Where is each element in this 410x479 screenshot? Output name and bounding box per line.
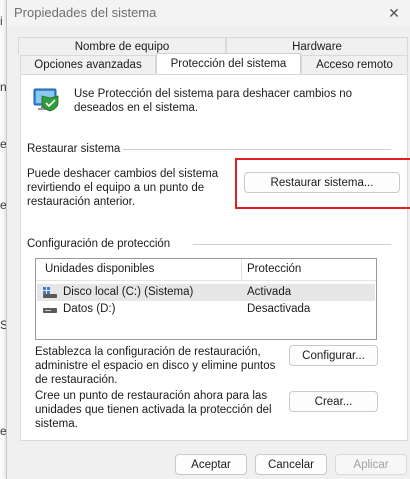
drive-name: Datos (D:) bbox=[63, 303, 116, 315]
ok-button[interactable]: Aceptar bbox=[175, 454, 247, 475]
window-title: Propiedades del sistema bbox=[14, 5, 157, 20]
cancel-button[interactable]: Cancelar bbox=[255, 454, 327, 475]
protection-group-title: Configuración de protección bbox=[27, 238, 171, 250]
create-description: Cree un punto de restauración ahora para… bbox=[35, 390, 272, 430]
highlight-box bbox=[235, 158, 410, 209]
configure-description: Establezca la configuración de restaurac… bbox=[35, 346, 276, 386]
drives-list[interactable]: Unidades disponibles Protección Disco lo… bbox=[35, 258, 377, 340]
column-header-drives[interactable]: Unidades disponibles bbox=[45, 263, 154, 275]
configure-button[interactable]: Configurar... bbox=[289, 345, 378, 366]
protection-status: Desactivada bbox=[247, 303, 311, 315]
info-text: Use Protección del sistema para deshacer… bbox=[74, 88, 353, 114]
restore-group-divider bbox=[123, 149, 391, 150]
list-item[interactable]: Datos (D:) Desactivada bbox=[37, 301, 375, 318]
system-protection-icon bbox=[33, 88, 59, 112]
list-item[interactable]: Disco local (C:) (Sistema) Activada bbox=[37, 284, 375, 301]
system-drive-icon bbox=[43, 287, 57, 298]
column-separator bbox=[241, 259, 242, 281]
protection-status: Activada bbox=[247, 286, 292, 298]
protection-group-divider bbox=[193, 244, 391, 245]
restore-group-title: Restaurar sistema bbox=[27, 143, 121, 155]
apply-button[interactable]: Aplicar bbox=[335, 454, 407, 475]
background-text: i bbox=[0, 14, 3, 28]
column-header-protection[interactable]: Protección bbox=[247, 263, 301, 275]
create-button[interactable]: Crear... bbox=[289, 391, 378, 412]
restore-description: Puede deshacer cambios del sistema revir… bbox=[27, 168, 219, 208]
tab-acceso-remoto[interactable]: Acceso remoto bbox=[301, 55, 408, 73]
drive-name: Disco local (C:) (Sistema) bbox=[63, 286, 194, 298]
tab-proteccion-del-sistema[interactable]: Protección del sistema bbox=[156, 53, 301, 74]
close-button[interactable]: ✕ bbox=[377, 0, 410, 26]
list-header: Unidades disponibles Protección bbox=[36, 259, 376, 281]
drive-icon bbox=[43, 308, 57, 313]
title-bar[interactable]: Propiedades del sistema ✕ bbox=[7, 0, 410, 26]
system-properties-dialog: Propiedades del sistema ✕ Nombre de equi… bbox=[6, 0, 410, 479]
tab-opciones-avanzadas[interactable]: Opciones avanzadas bbox=[20, 55, 156, 73]
